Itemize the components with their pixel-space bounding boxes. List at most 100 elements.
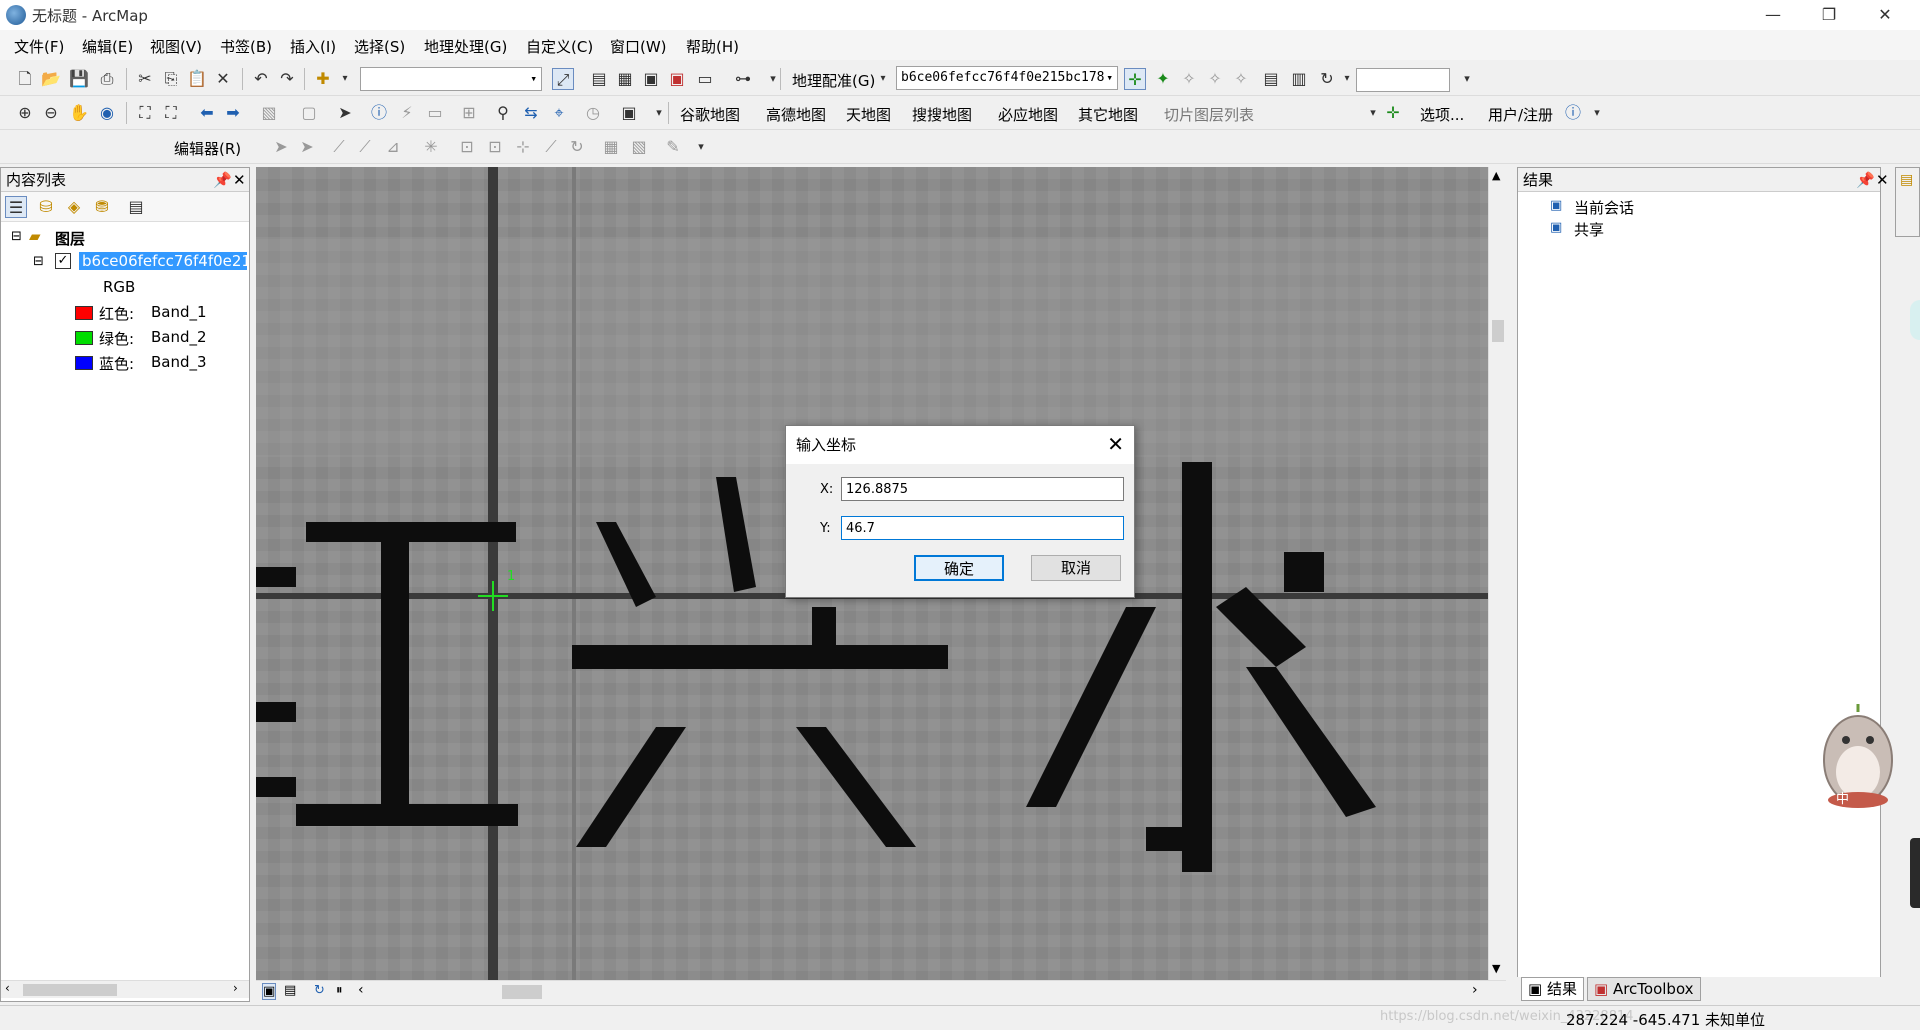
- rotate-icon[interactable]: ✧: [1178, 68, 1200, 90]
- layer-collapse-icon[interactable]: ⊟: [33, 254, 44, 269]
- auto-register-icon[interactable]: ✦: [1152, 68, 1174, 90]
- select-by-graphics-icon[interactable]: ▧: [258, 102, 280, 124]
- info-icon[interactable]: ⓘ: [1562, 102, 1584, 124]
- measure-icon[interactable]: ⊞: [458, 102, 480, 124]
- toc-close-icon[interactable]: ✕: [233, 168, 246, 192]
- menu-selection[interactable]: 选择(S): [354, 36, 405, 57]
- forward-extent-icon[interactable]: ➡: [222, 102, 244, 124]
- edit-annotation-icon[interactable]: ➤: [296, 136, 318, 158]
- georef-dropdown-icon[interactable]: ▾: [872, 68, 894, 90]
- reshape-icon[interactable]: ⊡: [484, 136, 506, 158]
- find-route-icon[interactable]: ⇆: [520, 102, 542, 124]
- clear-selection-icon[interactable]: ▢: [298, 102, 320, 124]
- bing-map-menu[interactable]: 必应地图: [998, 104, 1058, 125]
- print-icon[interactable]: ⎙: [96, 68, 118, 90]
- results-pin-icon[interactable]: 📌: [1856, 168, 1875, 192]
- toolbar2-overflow-icon[interactable]: ▾: [648, 102, 670, 124]
- identify-icon[interactable]: ⓘ: [368, 102, 390, 124]
- fixed-zoom-out-icon[interactable]: ⛶: [160, 102, 182, 124]
- menu-geoprocessing[interactable]: 地理处理(G): [424, 36, 507, 57]
- catalog-dock-icon[interactable]: ▤: [1900, 172, 1913, 188]
- sketch-properties-icon[interactable]: ▧: [628, 136, 650, 158]
- view-links-icon[interactable]: ▥: [1288, 68, 1310, 90]
- tianditu-menu[interactable]: 天地图: [846, 104, 891, 125]
- toc-horizontal-scrollbar[interactable]: ‹ ›: [1, 980, 249, 998]
- data-view-icon[interactable]: ▣: [262, 983, 277, 1000]
- add-control-points-icon[interactable]: ✛: [1124, 68, 1146, 90]
- toc-options-icon[interactable]: ▤: [125, 196, 147, 218]
- refresh-icon[interactable]: ↻: [314, 983, 325, 998]
- tile-layer-list[interactable]: 切片图层列表: [1164, 104, 1254, 125]
- shift-icon[interactable]: ✧: [1204, 68, 1226, 90]
- layer-name[interactable]: b6ce06fefcc76f4f0e215: [79, 252, 247, 270]
- straight-segment-icon[interactable]: ⟋: [328, 136, 350, 158]
- undo-icon[interactable]: ↶: [250, 68, 272, 90]
- toc-window-icon[interactable]: ▦: [614, 68, 636, 90]
- fixed-zoom-in-icon[interactable]: ⛶: [134, 102, 156, 124]
- cut-icon[interactable]: ✂: [134, 68, 156, 90]
- results-item-current-session[interactable]: 当前会话: [1574, 197, 1634, 218]
- save-icon[interactable]: 💾: [68, 68, 90, 90]
- rotate-view-icon[interactable]: ↻: [1316, 68, 1338, 90]
- catalog-icon[interactable]: ▣: [640, 68, 662, 90]
- full-extent-icon[interactable]: ◉: [96, 102, 118, 124]
- create-viewer-icon[interactable]: ▣: [618, 102, 640, 124]
- side-widget-handle[interactable]: [1910, 838, 1920, 908]
- back-extent-icon[interactable]: ⬅: [196, 102, 218, 124]
- time-slider-icon[interactable]: ◷: [582, 102, 604, 124]
- georef-toggle-icon[interactable]: ⤢: [552, 68, 574, 90]
- menu-edit[interactable]: 编辑(E): [82, 36, 133, 57]
- list-by-drawing-order-icon[interactable]: ☰: [5, 196, 27, 218]
- other-map-menu[interactable]: 其它地图: [1078, 104, 1138, 125]
- menu-help[interactable]: 帮助(H): [686, 36, 739, 57]
- add-data-icon[interactable]: ✚: [312, 68, 334, 90]
- options-menu[interactable]: 选项...: [1420, 104, 1464, 125]
- add-data-dropdown-icon[interactable]: ▾: [334, 68, 356, 90]
- layout-view-icon[interactable]: ▤: [284, 983, 296, 998]
- paste-icon[interactable]: 📋: [186, 68, 208, 90]
- map-hscroll-thumb[interactable]: [502, 985, 542, 999]
- create-features-icon[interactable]: ✎: [662, 136, 684, 158]
- cancel-button[interactable]: 取消: [1031, 555, 1121, 581]
- list-by-source-icon[interactable]: ⛁: [35, 196, 57, 218]
- search-window-icon[interactable]: ▣: [666, 68, 688, 90]
- tab-results[interactable]: ▣ 结果: [1521, 977, 1584, 1001]
- delete-icon[interactable]: ✕: [212, 68, 234, 90]
- tile-list-dropdown-icon[interactable]: ▾: [1362, 102, 1384, 124]
- toc-scroll-thumb[interactable]: [23, 984, 117, 996]
- link-table-icon[interactable]: ▤: [1260, 68, 1282, 90]
- rotate-edit-icon[interactable]: ↻: [566, 136, 588, 158]
- toolbar1-overflow-icon[interactable]: ▾: [1456, 68, 1478, 90]
- map-vscroll-thumb[interactable]: [1492, 320, 1504, 342]
- menu-insert[interactable]: 插入(I): [290, 36, 336, 57]
- find-icon[interactable]: ⚲: [492, 102, 514, 124]
- arctoolbox-icon[interactable]: ▭: [694, 68, 716, 90]
- scale-icon[interactable]: ✧: [1230, 68, 1252, 90]
- restore-button[interactable]: ❐: [1806, 0, 1852, 30]
- new-document-icon[interactable]: 🗋: [14, 68, 36, 90]
- menu-view[interactable]: 视图(V): [150, 36, 202, 57]
- split-icon[interactable]: ⟋: [540, 136, 562, 158]
- results-close-icon[interactable]: ✕: [1876, 168, 1889, 192]
- y-coordinate-input[interactable]: [841, 516, 1124, 540]
- point-icon[interactable]: ✳: [420, 136, 442, 158]
- minimize-button[interactable]: —: [1750, 0, 1796, 30]
- pan-icon[interactable]: ✋: [68, 102, 90, 124]
- toolbar2b-overflow-icon[interactable]: ▾: [1586, 102, 1608, 124]
- copy-icon[interactable]: ⎘: [160, 68, 182, 90]
- gaode-map-menu[interactable]: 高德地图: [766, 104, 826, 125]
- ok-button[interactable]: 确定: [914, 555, 1004, 581]
- edit-tool-icon[interactable]: ➤: [270, 136, 292, 158]
- rotation-input[interactable]: [1356, 68, 1450, 92]
- user-register-menu[interactable]: 用户/注册: [1488, 104, 1553, 125]
- open-folder-icon[interactable]: 📂: [40, 68, 62, 90]
- map-vertical-scrollbar[interactable]: ▲ ▼: [1488, 167, 1506, 980]
- hscroll-right-icon[interactable]: ›: [1472, 982, 1478, 998]
- dialog-close-icon[interactable]: ✕: [1107, 432, 1124, 456]
- select-elements-icon[interactable]: ➤: [334, 102, 356, 124]
- modelbuilder-icon[interactable]: ⊶: [732, 68, 754, 90]
- scale-combo[interactable]: ▾: [360, 67, 542, 91]
- add-tile-icon[interactable]: ✛: [1382, 102, 1404, 124]
- endpoint-arc-icon[interactable]: ⟋: [354, 136, 376, 158]
- close-window-button[interactable]: ✕: [1862, 0, 1908, 30]
